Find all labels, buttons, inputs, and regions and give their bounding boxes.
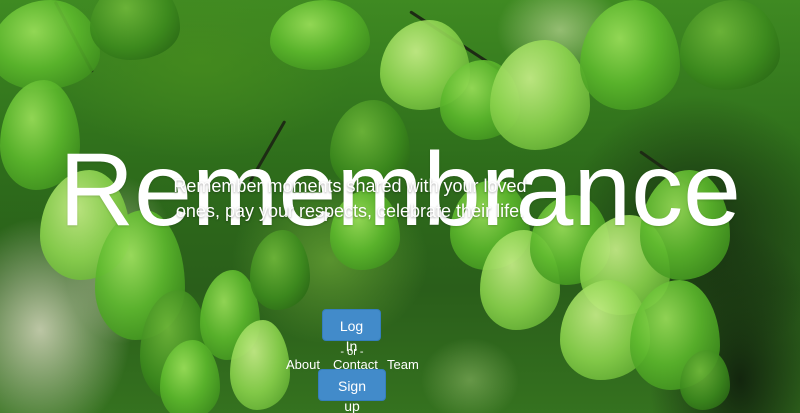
leaf-decoration [270, 0, 370, 70]
login-button[interactable]: Log In [322, 309, 381, 354]
nav-link-about[interactable]: About [286, 357, 320, 373]
leaf-decoration [0, 0, 100, 90]
tagline-text: Remember moments shared with your loved … [173, 176, 527, 221]
leaf-decoration [90, 0, 180, 60]
nav-link-team[interactable]: Team [387, 357, 419, 373]
landing-page: Remembrance Remember moments shared with… [0, 0, 800, 413]
leaf-decoration [680, 0, 780, 90]
signup-button[interactable]: Sign up [318, 369, 386, 413]
leaf-decoration [680, 350, 730, 410]
leaf-decoration [580, 0, 680, 110]
